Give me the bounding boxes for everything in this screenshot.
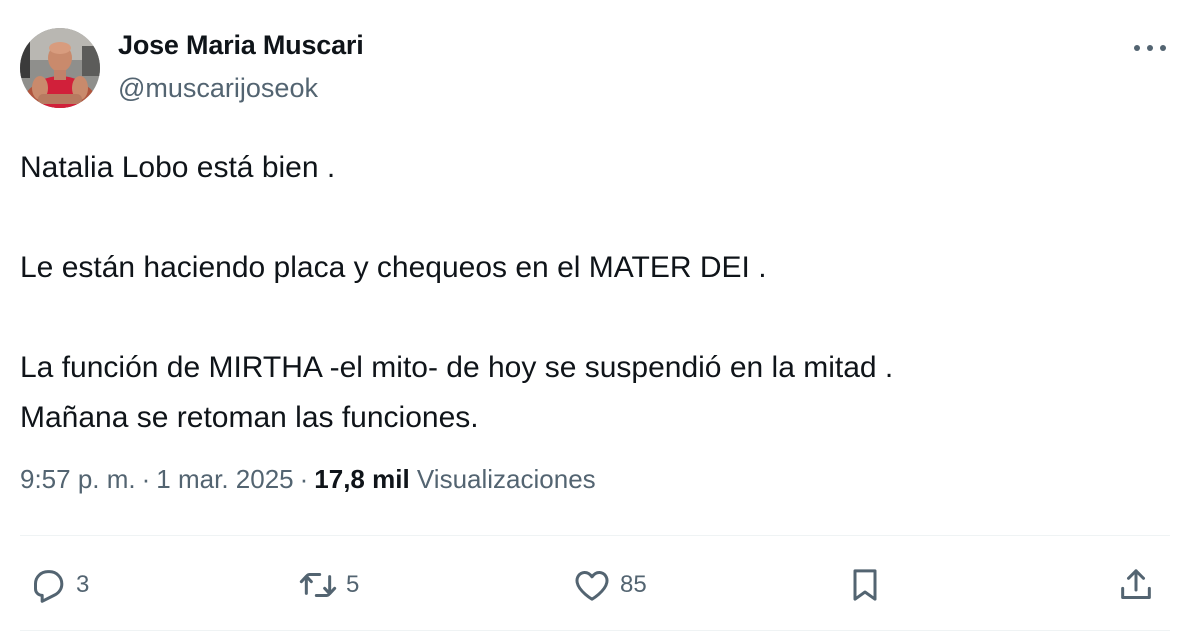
avatar[interactable] <box>20 28 100 108</box>
tweet-text: Natalia Lobo está bien . Le están hacien… <box>20 143 1170 443</box>
heart-icon <box>575 570 609 601</box>
divider <box>20 535 1170 536</box>
tweet-date[interactable]: 1 mar. 2025 <box>156 464 293 494</box>
author-handle[interactable]: @muscarijoseok <box>118 73 318 104</box>
tweet-meta: 9:57 p. m. · 1 mar. 2025 · 17,8 mil Visualiz… <box>20 464 596 495</box>
retweet-icon <box>299 573 337 597</box>
meta-separator: · <box>141 464 151 494</box>
views-label: Visualizaciones <box>416 464 596 494</box>
more-horizontal-icon <box>1134 45 1166 51</box>
reply-count: 3 <box>76 571 90 598</box>
retweet-button[interactable]: 5 <box>298 560 359 610</box>
tweet-paragraph: Natalia Lobo está bien . <box>20 151 336 184</box>
more-options-button[interactable] <box>1128 32 1172 64</box>
like-count: 85 <box>620 571 647 598</box>
share-button[interactable] <box>1116 560 1156 610</box>
divider <box>20 630 1170 631</box>
share-upload-icon <box>1121 569 1151 599</box>
tweet-paragraph: La función de MIRTHA -el mito- de hoy se… <box>20 351 894 384</box>
action-bar: 3 5 85 <box>0 560 1200 610</box>
like-button[interactable]: 85 <box>572 560 647 610</box>
tweet-paragraph: Mañana se retoman las funciones. <box>20 401 479 434</box>
bookmark-button[interactable] <box>845 560 885 610</box>
meta-separator: · <box>299 464 309 494</box>
tweet-time[interactable]: 9:57 p. m. <box>20 464 136 494</box>
tweet-paragraph: Le están haciendo placa y chequeos en el… <box>20 251 767 284</box>
retweet-count: 5 <box>346 571 360 598</box>
reply-bubble-icon <box>34 570 64 603</box>
avatar-photo <box>20 28 100 108</box>
bookmark-icon <box>853 569 877 601</box>
views-count: 17,8 mil <box>314 464 410 494</box>
reply-button[interactable]: 3 <box>28 560 89 610</box>
author-display-name[interactable]: Jose Maria Muscari <box>118 30 364 61</box>
